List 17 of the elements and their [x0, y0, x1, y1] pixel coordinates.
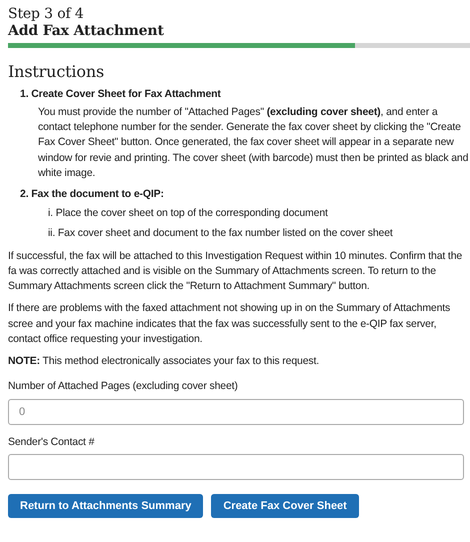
- input-field[interactable]: 0: [8, 398, 464, 424]
- field-label: Sender's Contact #: [8, 434, 96, 450]
- info-paragraph: If there are problems with the faxed attachment not showing up in on the Summary of Attachments scree and your fax machine indicates that the fax was successfully sent to the e-QIP fax server, contact office requesting your investigation.: [8, 301, 452, 347]
- input-field[interactable]: [8, 454, 464, 480]
- action-button[interactable]: Return to Attachments Summary: [8, 494, 204, 518]
- page-title: Add Fax Attachment: [8, 22, 165, 40]
- substep-text: ii. Fax cover sheet and document to the fax number listed on the cover sheet: [48, 226, 394, 241]
- instructions-heading: Instructions: [8, 60, 106, 83]
- substep-text: i. Place the cover sheet on top of the corresponding document: [48, 206, 329, 222]
- field-label: Number of Attached Pages (excluding cover sheet): [8, 379, 239, 394]
- action-button[interactable]: Create Fax Cover Sheet: [211, 494, 359, 518]
- step-indicator: Step 3 of 4: [8, 6, 85, 23]
- info-paragraph: If successful, the fax will be attached to this Investigation Request within 10 minutes. Confirm that the fa was correctly attached and is visible on the Summary of Attachments screen. To return to the Summary Attachments screen click the "Return to Attachment Summary" button.: [8, 248, 464, 294]
- step-description: You must provide the number of "Attached Pages" (excluding cover sheet), and enter a contact telephone number for the sender. Generate the fax cover sheet by clicking the "Create Fax Cover Sheet" button. Once generated, the fax cover sheet will appear in a separate new window for revie and printing. The cover sheet (with barcode) must then be printed as black and white image.: [38, 105, 470, 181]
- step-heading: 1. Create Cover Sheet for Fax Attachment: [20, 86, 222, 102]
- info-paragraph: NOTE: This method electronically associates your fax to this request.: [8, 354, 320, 370]
- step-heading: 2. Fax the document to e-QIP:: [20, 187, 165, 202]
